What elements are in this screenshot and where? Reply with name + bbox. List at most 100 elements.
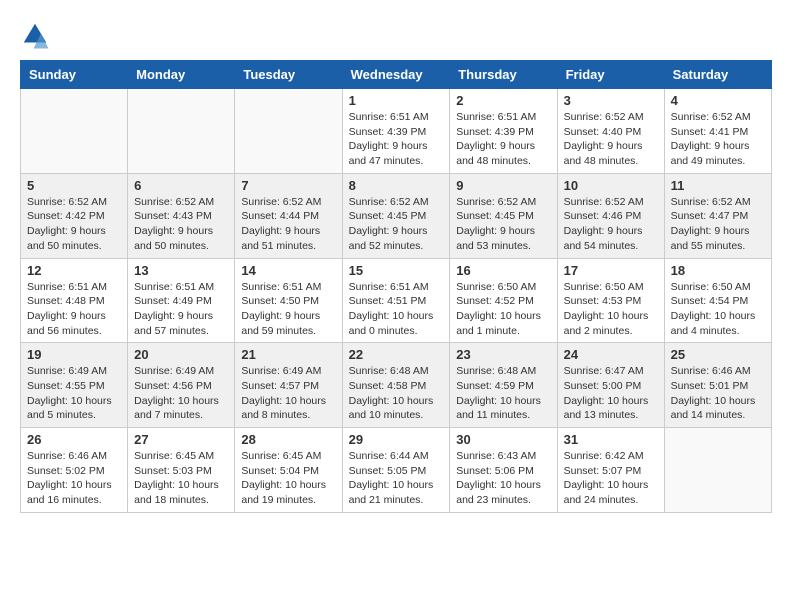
calendar-week-3: 19 Sunrise: 6:49 AM Sunset: 4:55 PM Dayli… <box>21 343 772 428</box>
calendar-day: 10 Sunrise: 6:52 AM Sunset: 4:46 PM Dayli… <box>557 173 664 258</box>
day-info: Sunrise: 6:49 AM Sunset: 4:56 PM Dayligh… <box>134 364 228 423</box>
day-number: 31 <box>564 432 658 447</box>
calendar-day: 13Sunrise: 6:51 AM Sunset: 4:49 PM Dayli… <box>128 258 235 343</box>
day-info: Sunrise: 6:52 AM Sunset: 4:44 PM Dayligh… <box>241 195 335 254</box>
day-number: 17 <box>564 263 658 278</box>
day-number: 1 <box>349 93 444 108</box>
day-number: 14 <box>241 263 335 278</box>
calendar-day: 23 Sunrise: 6:48 AM Sunset: 4:59 PM Dayli… <box>450 343 557 428</box>
day-number: 28 <box>241 432 335 447</box>
calendar-day <box>21 89 128 174</box>
day-info: Sunrise: 6:48 AM Sunset: 4:58 PM Dayligh… <box>349 364 444 423</box>
day-info: Sunrise: 6:48 AM Sunset: 4:59 PM Dayligh… <box>456 364 550 423</box>
calendar-day: 24 Sunrise: 6:47 AM Sunset: 5:00 PM Dayli… <box>557 343 664 428</box>
calendar-day: 5 Sunrise: 6:52 AM Sunset: 4:42 PM Daylig… <box>21 173 128 258</box>
day-number: 21 <box>241 347 335 362</box>
day-number: 9 <box>456 178 550 193</box>
day-number: 29 <box>349 432 444 447</box>
day-number: 15 <box>349 263 444 278</box>
day-info: Sunrise: 6:52 AM Sunset: 4:43 PM Dayligh… <box>134 195 228 254</box>
day-number: 20 <box>134 347 228 362</box>
day-info: Sunrise: 6:51 AM Sunset: 4:50 PM Dayligh… <box>241 280 335 339</box>
calendar-day: 25 Sunrise: 6:46 AM Sunset: 5:01 PM Dayli… <box>664 343 771 428</box>
day-info: Sunrise: 6:46 AM Sunset: 5:01 PM Dayligh… <box>671 364 765 423</box>
day-number: 25 <box>671 347 765 362</box>
calendar-table: SundayMondayTuesdayWednesdayThursdayFrid… <box>20 60 772 513</box>
calendar-day: 22 Sunrise: 6:48 AM Sunset: 4:58 PM Dayli… <box>342 343 450 428</box>
calendar-day: 31 Sunrise: 6:42 AM Sunset: 5:07 PM Dayli… <box>557 428 664 513</box>
day-info: Sunrise: 6:42 AM Sunset: 5:07 PM Dayligh… <box>564 449 658 508</box>
day-info: Sunrise: 6:52 AM Sunset: 4:40 PM Dayligh… <box>564 110 658 169</box>
calendar-day: 29 Sunrise: 6:44 AM Sunset: 5:05 PM Dayli… <box>342 428 450 513</box>
weekday-header-sunday: Sunday <box>21 61 128 89</box>
day-info: Sunrise: 6:51 AM Sunset: 4:39 PM Dayligh… <box>349 110 444 169</box>
day-info: Sunrise: 6:51 AM Sunset: 4:51 PM Dayligh… <box>349 280 444 339</box>
calendar-day <box>664 428 771 513</box>
day-info: Sunrise: 6:50 AM Sunset: 4:52 PM Dayligh… <box>456 280 550 339</box>
day-number: 19 <box>27 347 121 362</box>
day-number: 10 <box>564 178 658 193</box>
calendar-day: 12 Sunrise: 6:51 AM Sunset: 4:48 PM Dayli… <box>21 258 128 343</box>
day-number: 18 <box>671 263 765 278</box>
calendar-day: 19 Sunrise: 6:49 AM Sunset: 4:55 PM Dayli… <box>21 343 128 428</box>
calendar-day: 6 Sunrise: 6:52 AM Sunset: 4:43 PM Daylig… <box>128 173 235 258</box>
day-info: Sunrise: 6:44 AM Sunset: 5:05 PM Dayligh… <box>349 449 444 508</box>
calendar-week-4: 26Sunrise: 6:46 AM Sunset: 5:02 PM Dayli… <box>21 428 772 513</box>
weekday-header-tuesday: Tuesday <box>235 61 342 89</box>
logo <box>20 20 52 50</box>
calendar-day: 18 Sunrise: 6:50 AM Sunset: 4:54 PM Dayli… <box>664 258 771 343</box>
day-info: Sunrise: 6:50 AM Sunset: 4:54 PM Dayligh… <box>671 280 765 339</box>
calendar-day: 4 Sunrise: 6:52 AM Sunset: 4:41 PM Daylig… <box>664 89 771 174</box>
calendar-day: 11Sunrise: 6:52 AM Sunset: 4:47 PM Dayli… <box>664 173 771 258</box>
calendar-week-0: 1 Sunrise: 6:51 AM Sunset: 4:39 PM Daylig… <box>21 89 772 174</box>
day-info: Sunrise: 6:46 AM Sunset: 5:02 PM Dayligh… <box>27 449 121 508</box>
calendar-week-2: 12 Sunrise: 6:51 AM Sunset: 4:48 PM Dayli… <box>21 258 772 343</box>
calendar-day <box>235 89 342 174</box>
calendar-day: 1 Sunrise: 6:51 AM Sunset: 4:39 PM Daylig… <box>342 89 450 174</box>
weekday-header-wednesday: Wednesday <box>342 61 450 89</box>
calendar-day: 30Sunrise: 6:43 AM Sunset: 5:06 PM Dayli… <box>450 428 557 513</box>
day-number: 30 <box>456 432 550 447</box>
calendar-day: 17 Sunrise: 6:50 AM Sunset: 4:53 PM Dayli… <box>557 258 664 343</box>
day-info: Sunrise: 6:47 AM Sunset: 5:00 PM Dayligh… <box>564 364 658 423</box>
day-number: 8 <box>349 178 444 193</box>
day-info: Sunrise: 6:52 AM Sunset: 4:45 PM Dayligh… <box>349 195 444 254</box>
calendar-day: 9 Sunrise: 6:52 AM Sunset: 4:45 PM Daylig… <box>450 173 557 258</box>
day-number: 4 <box>671 93 765 108</box>
day-info: Sunrise: 6:49 AM Sunset: 4:57 PM Dayligh… <box>241 364 335 423</box>
day-number: 22 <box>349 347 444 362</box>
weekday-header-thursday: Thursday <box>450 61 557 89</box>
day-number: 5 <box>27 178 121 193</box>
day-number: 6 <box>134 178 228 193</box>
day-info: Sunrise: 6:52 AM Sunset: 4:41 PM Dayligh… <box>671 110 765 169</box>
day-number: 11 <box>671 178 765 193</box>
day-info: Sunrise: 6:52 AM Sunset: 4:42 PM Dayligh… <box>27 195 121 254</box>
calendar-day: 14 Sunrise: 6:51 AM Sunset: 4:50 PM Dayli… <box>235 258 342 343</box>
page-header <box>20 20 772 50</box>
calendar-day: 26Sunrise: 6:46 AM Sunset: 5:02 PM Dayli… <box>21 428 128 513</box>
calendar-day: 28 Sunrise: 6:45 AM Sunset: 5:04 PM Dayli… <box>235 428 342 513</box>
day-info: Sunrise: 6:51 AM Sunset: 4:39 PM Dayligh… <box>456 110 550 169</box>
logo-icon <box>20 20 50 50</box>
calendar-day: 7Sunrise: 6:52 AM Sunset: 4:44 PM Daylig… <box>235 173 342 258</box>
day-number: 24 <box>564 347 658 362</box>
calendar-day <box>128 89 235 174</box>
day-number: 16 <box>456 263 550 278</box>
day-number: 12 <box>27 263 121 278</box>
day-info: Sunrise: 6:49 AM Sunset: 4:55 PM Dayligh… <box>27 364 121 423</box>
day-info: Sunrise: 6:52 AM Sunset: 4:46 PM Dayligh… <box>564 195 658 254</box>
day-info: Sunrise: 6:51 AM Sunset: 4:48 PM Dayligh… <box>27 280 121 339</box>
day-info: Sunrise: 6:52 AM Sunset: 4:45 PM Dayligh… <box>456 195 550 254</box>
calendar-day: 27Sunrise: 6:45 AM Sunset: 5:03 PM Dayli… <box>128 428 235 513</box>
day-info: Sunrise: 6:51 AM Sunset: 4:49 PM Dayligh… <box>134 280 228 339</box>
day-number: 2 <box>456 93 550 108</box>
calendar-week-1: 5 Sunrise: 6:52 AM Sunset: 4:42 PM Daylig… <box>21 173 772 258</box>
calendar-day: 15 Sunrise: 6:51 AM Sunset: 4:51 PM Dayli… <box>342 258 450 343</box>
day-info: Sunrise: 6:50 AM Sunset: 4:53 PM Dayligh… <box>564 280 658 339</box>
calendar-day: 21 Sunrise: 6:49 AM Sunset: 4:57 PM Dayli… <box>235 343 342 428</box>
day-info: Sunrise: 6:45 AM Sunset: 5:04 PM Dayligh… <box>241 449 335 508</box>
weekday-header-saturday: Saturday <box>664 61 771 89</box>
day-number: 23 <box>456 347 550 362</box>
day-number: 3 <box>564 93 658 108</box>
calendar-day: 20 Sunrise: 6:49 AM Sunset: 4:56 PM Dayli… <box>128 343 235 428</box>
